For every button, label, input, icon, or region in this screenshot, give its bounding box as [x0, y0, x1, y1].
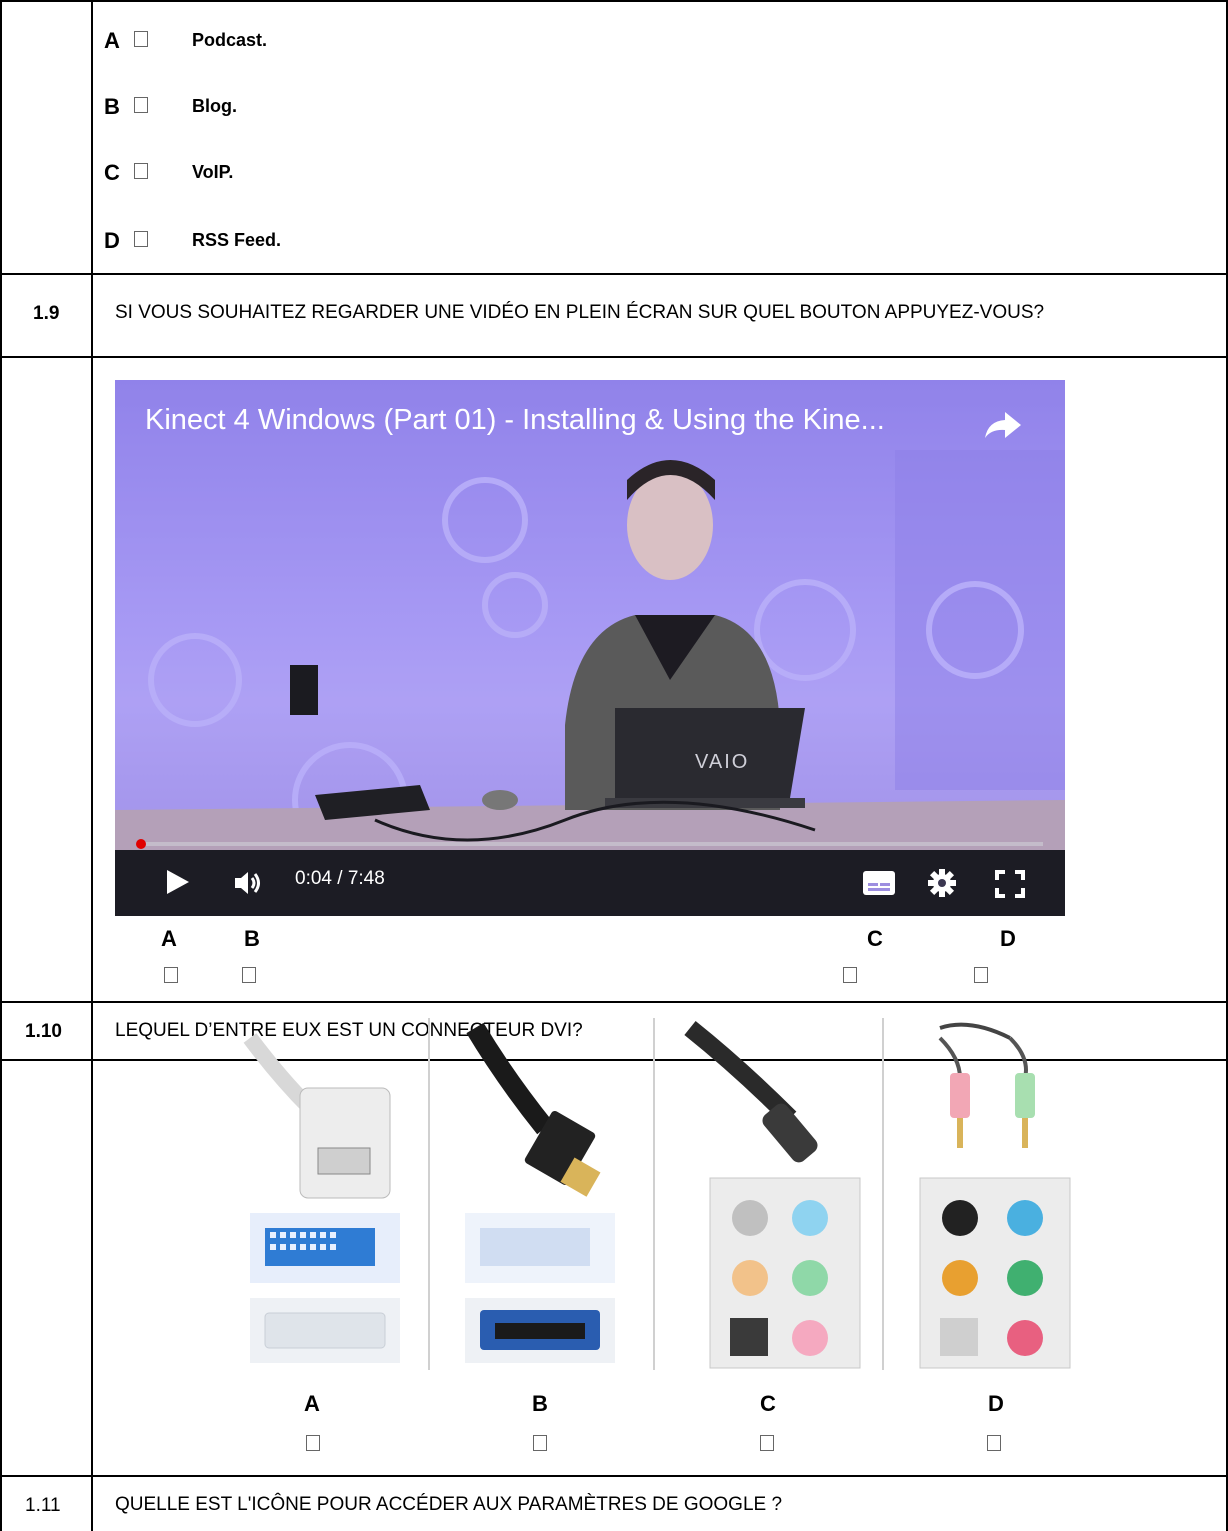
connector-option-a-checkbox[interactable]	[306, 1435, 320, 1451]
option-letter: C	[104, 160, 120, 185]
question-text: SI VOUS SOUHAITEZ REGARDER UNE VIDÉO EN …	[115, 302, 1045, 323]
connector-option-c-checkbox[interactable]	[760, 1435, 774, 1451]
option-label: VoIP.	[192, 162, 234, 182]
connector-option-letter: C	[760, 1391, 776, 1416]
option-letter: B	[104, 94, 120, 119]
fullscreen-icon[interactable]	[995, 870, 1025, 898]
video-option-letter: C	[867, 926, 883, 951]
connector-option-letter: A	[304, 1391, 320, 1416]
video-option-letter: B	[244, 926, 260, 951]
row-divider	[0, 273, 1228, 275]
connector-option-b-checkbox[interactable]	[533, 1435, 547, 1451]
video-title: Kinect 4 Windows (Part 01) - Installing …	[145, 404, 885, 436]
video-option-c-checkbox[interactable]	[843, 967, 857, 983]
row-divider	[0, 1001, 1228, 1003]
option-a-checkbox[interactable]	[134, 31, 148, 47]
connector-option-letter: B	[532, 1391, 548, 1416]
optical-audio-image	[684, 1020, 861, 1369]
laptop-brand: VAIO	[695, 751, 749, 773]
question-number: 1.9	[33, 303, 60, 324]
row-divider	[0, 356, 1228, 358]
volume-icon[interactable]	[233, 870, 265, 896]
connector-option-letter: D	[988, 1391, 1004, 1416]
video-scene: VAIO	[115, 380, 1065, 916]
share-icon[interactable]	[983, 410, 1023, 440]
image-separator	[428, 1018, 430, 1370]
question-text: QUELLE EST L'ICÔNE POUR ACCÉDER AUX PARA…	[115, 1494, 783, 1515]
video-option-a-checkbox[interactable]	[164, 967, 178, 983]
audio-jack-image	[919, 1022, 1071, 1369]
option-c-checkbox[interactable]	[134, 163, 148, 179]
row-divider	[0, 1475, 1228, 1477]
question-number: 1.11	[25, 1495, 61, 1516]
play-icon[interactable]	[165, 868, 191, 896]
option-label: RSS Feed.	[192, 230, 282, 250]
option-letter: D	[104, 228, 120, 253]
video-option-b-checkbox[interactable]	[242, 967, 256, 983]
video-time: 0:04 / 7:48	[295, 868, 385, 889]
hdmi-connector-image	[465, 1022, 615, 1363]
video-option-letter: D	[1000, 926, 1016, 951]
settings-gear-icon[interactable]	[927, 868, 957, 898]
column-divider	[91, 0, 93, 1531]
video-option-d-checkbox[interactable]	[974, 967, 988, 983]
option-letter: A	[104, 28, 120, 53]
connector-option-d-checkbox[interactable]	[987, 1435, 1001, 1451]
option-label: Podcast.	[192, 30, 268, 50]
table-border-left	[0, 0, 2, 1531]
dvi-connector-image	[243, 1033, 400, 1363]
image-separator	[882, 1018, 884, 1370]
question-number: 1.10	[25, 1021, 62, 1042]
subtitles-icon[interactable]	[862, 870, 896, 896]
video-option-letter: A	[161, 926, 177, 951]
video-player[interactable]: VAIO Kinect 4 Windows (Part 01) - Instal…	[115, 380, 1065, 916]
option-d-checkbox[interactable]	[134, 231, 148, 247]
image-separator	[653, 1018, 655, 1370]
option-label: Blog.	[192, 96, 237, 116]
quiz-page: A Podcast. B Blog. C VoIP. D RSS Feed. 1…	[0, 0, 1228, 1531]
table-border-top	[0, 0, 1228, 2]
option-b-checkbox[interactable]	[134, 97, 148, 113]
